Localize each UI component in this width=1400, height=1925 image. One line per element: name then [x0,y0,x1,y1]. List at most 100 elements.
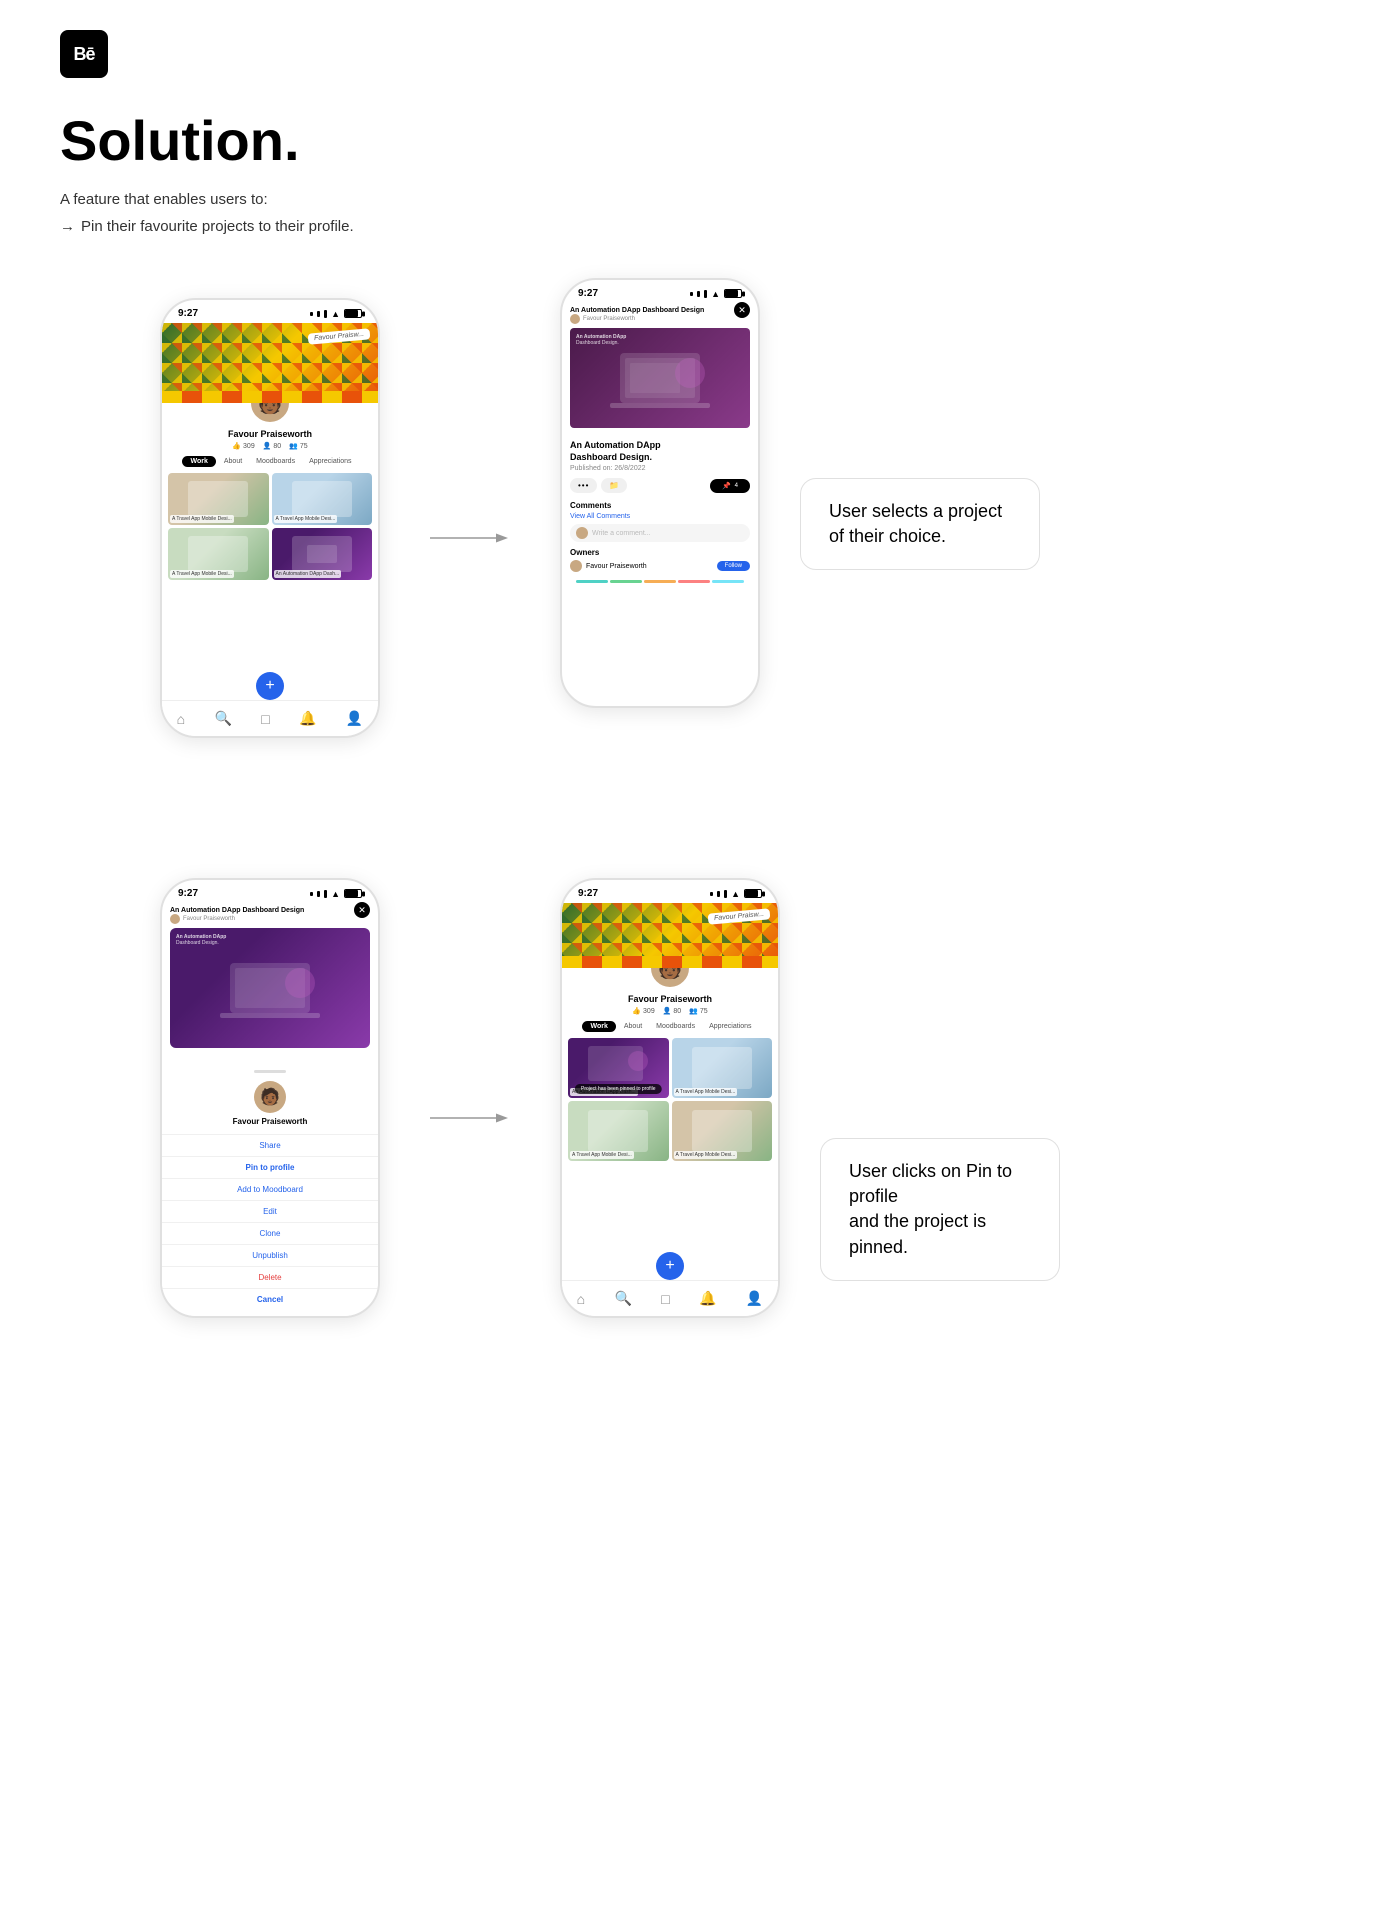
clone-action[interactable]: Clone [162,1222,378,1244]
bottom-sheet: 🧑🏾 Favour Praiseworth Share Pin to profi… [162,1058,378,1316]
detail-status-bar: 9:27 ▲ [562,280,758,303]
sheet-title-bar: An Automation DApp Dashboard Design Favo… [162,903,378,928]
pinned-project-auto[interactable]: An Automation DApp Dash... Project has b… [568,1038,669,1098]
pinned-nav-gallery[interactable]: □ [661,1291,669,1307]
status-bar: 9:27 ▲ [162,300,378,323]
behance-logo: Bē [60,30,108,78]
pinned-header-bg: Favour Praisw... [562,903,778,968]
owners-section: Owners Favour Praiseworth Follow [570,548,750,572]
detail-published: Published on: 26/8/2022 [570,465,750,472]
owner-row: Favour Praiseworth Follow [570,560,750,572]
solution-description: A feature that enables users to: → Pin t… [60,189,1340,238]
pin-to-profile-action[interactable]: Pin to profile [162,1156,378,1178]
nav-bell-icon[interactable]: 🔔 [299,710,316,727]
comment-placeholder: Write a comment... [592,530,651,537]
project-thumb[interactable]: A Travel App Mobile Desi... [168,473,269,525]
profile-phone: 9:27 ▲ Favour Praisw... [160,298,380,738]
pinned-fab-button[interactable]: + [656,1252,684,1280]
pinned-nav-profile[interactable]: 👤 [746,1290,763,1307]
detail-phone: 9:27 ▲ An Automation DApp Dashboard Desi… [560,278,760,708]
battery-icon [344,309,362,318]
arrow-1 [420,498,520,578]
flow-row-1: 9:27 ▲ Favour Praisw... [60,278,1340,738]
solution-section: Solution. A feature that enables users t… [0,88,1400,238]
sheet-phone: 9:27 ▲ An Automation DApp Dashboard Desi… [160,878,380,1318]
laptop-illustration [600,343,720,413]
detail-status-icons: ▲ [690,289,742,299]
detail-title-bar: An Automation DApp Dashboard Design Favo… [562,303,758,328]
comments-title: Comments [570,501,750,510]
callout-bubble-2: User clicks on Pin to profileand the pro… [820,1138,1060,1281]
pinned-project-travel1[interactable]: A Travel App Mobile Desi... [672,1038,773,1098]
save-button[interactable]: 📁 [601,478,627,493]
delete-action[interactable]: Delete [162,1266,378,1288]
pinned-project-travel2[interactable]: A Travel App Mobile Desi... [568,1101,669,1161]
pin-button[interactable]: 📌 4 [710,479,750,493]
arrow-svg-2 [420,1078,520,1158]
callout-container-2: User clicks on Pin to profileand the pro… [820,1138,1060,1281]
project-grid: A Travel App Mobile Desi... A Travel App… [162,473,378,580]
more-options-button[interactable]: ••• [570,478,597,493]
pinned-status-bar: 9:27 ▲ [562,880,778,903]
sheet-handle [254,1070,286,1073]
close-button[interactable]: ✕ [734,302,750,318]
edit-action[interactable]: Edit [162,1200,378,1222]
share-action[interactable]: Share [162,1134,378,1156]
nav-home-icon[interactable]: ⌂ [177,711,185,727]
pinned-profile-stats: 👍 309 👤 80 👥 75 [562,1007,778,1015]
pinned-project-grid: An Automation DApp Dash... Project has b… [562,1038,778,1161]
unpublish-action[interactable]: Unpublish [162,1244,378,1266]
pinned-tab-work[interactable]: Work [582,1021,615,1032]
section-gap [60,818,1340,878]
pinned-nav-bell[interactable]: 🔔 [699,1290,716,1307]
callout-bubble-1: User selects a project of their choice. [800,478,1040,570]
sheet-actions: Share Pin to profile Add to Moodboard Ed… [162,1134,378,1310]
pinned-profile-name: Favour Praiseworth [562,994,778,1004]
detail-image-container: An Automation DApp Dashboard Design. [562,328,758,440]
sheet-user-name: Favour Praiseworth [162,1117,378,1126]
pinned-project-travel3[interactable]: A Travel App Mobile Desi... [672,1101,773,1161]
detail-project-title: An Automation DApp Dashboard Design [570,307,704,314]
nav-search-icon[interactable]: 🔍 [214,710,231,727]
comment-avatar [576,527,588,539]
status-icons: ▲ [310,309,362,319]
sheet-image-container: An Automation DApp Dashboard Design. [162,928,378,1052]
sheet-project-title: An Automation DApp Dashboard Design [170,907,304,914]
view-all-comments[interactable]: View All Comments [570,513,750,520]
arrow-2 [420,1078,520,1158]
callout-container-1: User selects a project of their choice. [800,478,1040,570]
header: Bē [0,0,1400,88]
pinned-nav-home[interactable]: ⌂ [577,1291,585,1307]
comment-input[interactable]: Write a comment... [570,524,750,542]
flow-row-2: 9:27 ▲ An Automation DApp Dashboard Desi… [60,878,1340,1318]
pinned-bottom-nav: ⌂ 🔍 □ 🔔 👤 [562,1280,778,1316]
solution-title: Solution. [60,108,1340,173]
add-to-moodboard-action[interactable]: Add to Moodboard [162,1178,378,1200]
pinned-nav-search[interactable]: 🔍 [614,1290,631,1307]
sheet-close-button[interactable]: ✕ [354,902,370,918]
project-thumb[interactable]: A Travel App Mobile Desi... [272,473,373,525]
owner-avatar [570,560,582,572]
follow-button[interactable]: Follow [717,561,750,571]
bullet-text: Pin their favourite projects to their pr… [81,216,354,239]
project-thumb-auto[interactable]: An Automation DApp Dash... [272,528,373,580]
detail-actions: ••• 📁 📌 4 [570,478,750,493]
nav-gallery-icon[interactable]: □ [261,711,269,727]
project-thumb[interactable]: A Travel App Mobile Desi... [168,528,269,580]
owners-title: Owners [570,548,750,557]
fab-add-button[interactable]: + [256,672,284,700]
sheet-avatar: 🧑🏾 [254,1081,286,1113]
comments-section: Comments View All Comments Write a comme… [570,501,750,542]
callout-text-2: User clicks on Pin to profileand the pro… [849,1161,1012,1257]
profile-name: Favour Praiseworth [162,429,378,439]
cancel-action[interactable]: Cancel [162,1288,378,1310]
profile-stats: 👍 309 👤 80 👥 75 [162,442,378,450]
detail-content: An Automation DAppDashboard Design. Publ… [562,440,758,583]
owner-name: Favour Praiseworth [586,563,713,570]
battery-icon-2 [724,289,742,298]
profile-tabs: Work About Moodboards Appreciations [162,456,378,467]
pin-toast: Project has been pinned to profile [575,1084,662,1094]
sheet-image: An Automation DApp Dashboard Design. [170,928,370,1048]
nav-profile-icon[interactable]: 👤 [346,710,363,727]
tab-work[interactable]: Work [182,456,215,467]
